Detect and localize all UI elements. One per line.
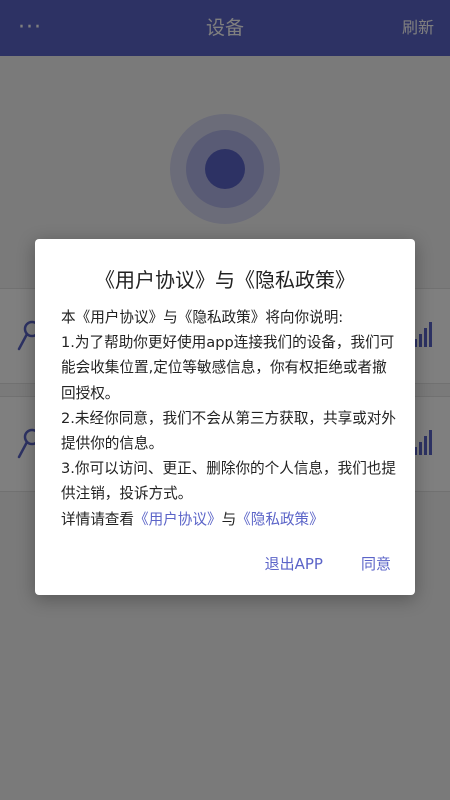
details-and: 与 xyxy=(221,510,237,528)
privacy-dialog: 《用户协议》与《隐私政策》 本《用户协议》与《隐私政策》将向你说明: 1.为了帮… xyxy=(35,239,415,595)
dialog-text: 1.为了帮助你更好使用app连接我们的设备，我们可能会收集位置,定位等敏感信息，… xyxy=(61,334,395,402)
details-line: 详情请查看《用户协议》与《隐私政策》 xyxy=(61,507,397,532)
exit-app-button[interactable]: 退出APP xyxy=(265,553,323,577)
agree-button[interactable]: 同意 xyxy=(361,553,391,577)
user-agreement-link[interactable]: 《用户协议》 xyxy=(134,511,222,528)
privacy-policy-link[interactable]: 《隐私政策》 xyxy=(236,511,324,528)
dialog-text: 3.你可以访问、更正、删除你的个人信息，我们也提供注销，投诉方式。 xyxy=(61,460,396,503)
dialog-text: 2.未经你同意，我们不会从第三方获取，共享或对外提供你的信息。 xyxy=(61,409,396,453)
dialog-body: 本《用户协议》与《隐私政策》将向你说明: 1.为了帮助你更好使用app连接我们的… xyxy=(61,305,397,532)
dialog-text: 本《用户协议》与《隐私政策》将向你说明: xyxy=(61,309,344,326)
dialog-title: 《用户协议》与《隐私政策》 xyxy=(95,268,355,292)
details-prefix: 详情请查看 xyxy=(61,510,134,528)
dialog-actions: 退出APP 同意 xyxy=(265,553,391,577)
